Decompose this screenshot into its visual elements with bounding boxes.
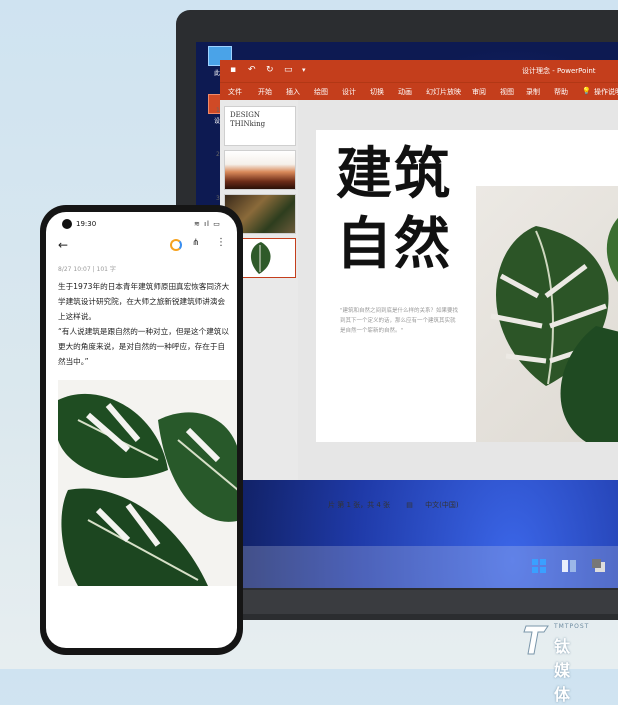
tmtpost-watermark: TMTPOST 钛媒体 [522, 622, 588, 704]
note-meta: 8/27 10:07 | 101 字 [58, 266, 116, 273]
language-indicator[interactable]: 中文(中国) [425, 501, 458, 509]
tmtpost-logo-icon [523, 625, 549, 655]
slide-counter: 片 第 1 张，共 4 张 [328, 501, 391, 509]
front-camera [62, 219, 72, 229]
taskbar [196, 546, 618, 588]
powerpoint-window: ▪ ↶ ↻ ▭ ▾ 设计理念 - PowerPoint 文件 开始 插入 绘图 … [216, 60, 618, 509]
slide-quote: "建筑和自然之间到底是什么样的关系？如果要找到其下一个定义的话，那么应有一个建筑… [340, 308, 459, 334]
window-title: 设计理念 - PowerPoint [522, 67, 596, 75]
tab-draw[interactable]: 绘图 [314, 87, 328, 97]
thumbnail-text: DESIGN THINking [230, 111, 266, 128]
thumb-number: 3 [216, 195, 220, 202]
slide-thumbnail-1[interactable]: 1 DESIGN THINking [216, 106, 296, 146]
ribbon-tabs: 文件 开始 插入 绘图 设计 切换 动画 幻灯片放映 审阅 视图 录制 帮助 💡… [220, 82, 618, 101]
monstera-leaf-image [476, 186, 618, 442]
windows-start-icon[interactable] [532, 558, 546, 573]
share-icon[interactable]: ⋔ [192, 238, 200, 248]
taskview-icon[interactable] [592, 558, 606, 572]
redo-icon[interactable]: ↻ [266, 65, 274, 75]
thumb-number: 2 [216, 151, 220, 158]
current-slide[interactable]: 建筑 自然 "建筑和自然之间到底是什么样的关系？如果要找到其下一个定义的话，那么… [316, 130, 618, 442]
slide-editor: 建筑 自然 "建筑和自然之间到底是什么样的关系？如果要找到其下一个定义的话，那么… [298, 100, 618, 509]
phone-screen: 19:30 ≋ ıl ▭ ← ⋔ ⋮ 8/27 10:07 | 101 字 生于… [46, 212, 237, 648]
tab-insert[interactable]: 插入 [286, 87, 300, 97]
tab-transitions[interactable]: 切换 [370, 87, 384, 97]
status-bar: 片 第 1 张，共 4 张 ▤ 中文(中国) [328, 500, 459, 510]
tab-slideshow[interactable]: 幻灯片放映 [426, 87, 461, 97]
note-paragraph-2: “有人说建筑是跟自然的一种对立，但是这个建筑以更大的角度来说，是对自然的一种呼应… [58, 327, 229, 366]
note-body[interactable]: 生于1973年的日本青年建筑师原田真宏恢客同济大学建筑设计研究院，在大师之旅新锐… [58, 279, 230, 369]
customize-toolbar-icon[interactable]: ▾ [302, 66, 306, 74]
thumb-number: 1 [216, 107, 220, 114]
note-app-bar: ← ⋔ ⋮ [46, 236, 237, 256]
tab-help[interactable]: 帮助 [554, 87, 568, 97]
lightbulb-icon: 💡 [582, 87, 591, 95]
tab-record[interactable]: 录制 [526, 87, 540, 97]
watermark-cn: 钛媒体 [554, 637, 571, 704]
tell-me-search[interactable]: 操作说明 [594, 87, 618, 97]
start-slideshow-icon[interactable]: ▭ [284, 65, 293, 75]
signal-battery-icons: ≋ ıl ▭ [194, 220, 221, 228]
status-time: 19:30 [76, 220, 97, 228]
color-palette-icon[interactable] [170, 239, 182, 251]
monstera-leaf-photo[interactable] [58, 380, 237, 586]
file-explorer-icon[interactable] [562, 558, 576, 572]
tab-file[interactable]: 文件 [228, 87, 242, 97]
title-bar: ▪ ↶ ↻ ▭ ▾ 设计理念 - PowerPoint [220, 60, 618, 82]
undo-icon[interactable]: ↶ [248, 65, 256, 75]
back-arrow-icon[interactable]: ← [58, 238, 68, 252]
more-options-icon[interactable]: ⋮ [216, 237, 226, 248]
watermark-en: TMTPOST [554, 623, 590, 630]
slide-thumbnail-2[interactable]: 2 [216, 150, 296, 190]
tab-review[interactable]: 审阅 [472, 87, 486, 97]
slide-title-line-2: 自然 [336, 212, 452, 277]
slide-title-line-1: 建筑 [336, 142, 452, 207]
monstera-leaf-thumbnail [250, 242, 271, 274]
tab-design[interactable]: 设计 [342, 87, 356, 97]
tab-view[interactable]: 视图 [500, 87, 514, 97]
tab-animations[interactable]: 动画 [398, 87, 412, 97]
note-paragraph-1: 生于1973年的日本青年建筑师原田真宏恢客同济大学建筑设计研究院，在大师之旅新锐… [58, 282, 230, 321]
save-icon[interactable]: ▪ [230, 65, 236, 75]
laptop-screen: 此电 设计 ▪ ↶ ↻ ▭ ▾ 设计理念 - PowerPoint 文件 开始 … [196, 42, 618, 588]
tab-home[interactable]: 开始 [258, 87, 272, 97]
notes-icon[interactable]: ▤ [406, 501, 413, 509]
